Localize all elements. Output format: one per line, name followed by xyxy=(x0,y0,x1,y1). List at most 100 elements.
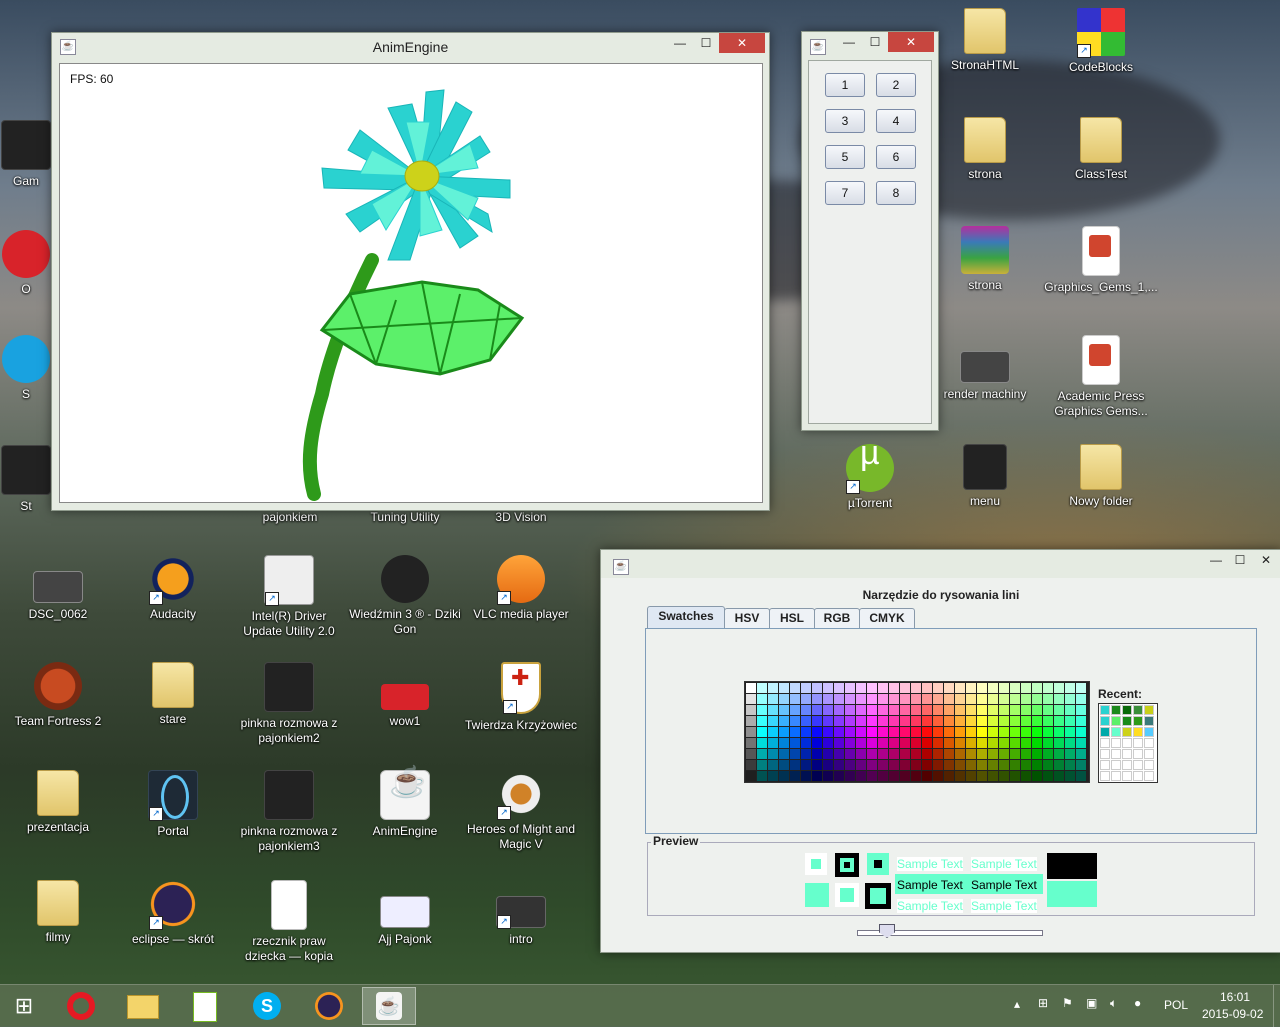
color-swatch[interactable] xyxy=(834,727,844,737)
recent-swatch[interactable] xyxy=(1133,738,1143,748)
color-swatch[interactable] xyxy=(856,716,866,726)
color-swatch[interactable] xyxy=(867,716,877,726)
color-swatch[interactable] xyxy=(1021,716,1031,726)
desktop-icon-classtest[interactable]: ClassTest xyxy=(1043,117,1159,182)
pad-button-6[interactable]: 6 xyxy=(876,145,916,169)
recent-swatch[interactable] xyxy=(1133,760,1143,770)
recent-swatch[interactable] xyxy=(1144,727,1154,737)
color-swatch[interactable] xyxy=(966,716,976,726)
recent-swatch[interactable] xyxy=(1100,738,1110,748)
color-swatch[interactable] xyxy=(746,749,756,759)
desktop-icon-graphics-gems[interactable]: Graphics_Gems_1,... xyxy=(1043,226,1159,295)
color-swatch[interactable] xyxy=(966,749,976,759)
color-swatch[interactable] xyxy=(1032,760,1042,770)
color-swatch[interactable] xyxy=(779,738,789,748)
desktop-icon-pajonkiem[interactable]: pajonkiem xyxy=(232,510,348,525)
tab-rgb[interactable]: RGB xyxy=(814,608,860,628)
pad-button-8[interactable]: 8 xyxy=(876,181,916,205)
color-swatch[interactable] xyxy=(768,683,778,693)
color-swatch[interactable] xyxy=(1065,771,1075,781)
color-swatch[interactable] xyxy=(1065,749,1075,759)
recent-swatch[interactable] xyxy=(1122,749,1132,759)
color-swatch[interactable] xyxy=(812,727,822,737)
color-swatch[interactable] xyxy=(900,683,910,693)
tray-flag-icon[interactable]: ⚑ xyxy=(1062,996,1073,1010)
recent-swatch[interactable] xyxy=(1100,760,1110,770)
notepad-plus-icon[interactable] xyxy=(178,987,232,1025)
color-swatch[interactable] xyxy=(900,738,910,748)
color-swatch[interactable] xyxy=(768,771,778,781)
color-swatch[interactable] xyxy=(801,683,811,693)
color-swatch[interactable] xyxy=(911,749,921,759)
color-swatch[interactable] xyxy=(922,694,932,704)
color-swatch[interactable] xyxy=(911,705,921,715)
color-swatch[interactable] xyxy=(988,727,998,737)
color-swatch[interactable] xyxy=(823,749,833,759)
pad-button-5[interactable]: 5 xyxy=(825,145,865,169)
color-swatch[interactable] xyxy=(1010,760,1020,770)
color-swatch[interactable] xyxy=(977,683,987,693)
animation-canvas[interactable]: FPS: 60 xyxy=(59,63,763,503)
color-swatch[interactable] xyxy=(955,760,965,770)
color-swatch[interactable] xyxy=(911,727,921,737)
color-swatch[interactable] xyxy=(966,771,976,781)
color-swatch[interactable] xyxy=(812,760,822,770)
color-swatch[interactable] xyxy=(845,760,855,770)
minimize-button[interactable]: — xyxy=(836,32,862,52)
color-swatch[interactable] xyxy=(955,694,965,704)
recent-swatch[interactable] xyxy=(1144,760,1154,770)
color-swatch[interactable] xyxy=(922,705,932,715)
color-swatch[interactable] xyxy=(834,738,844,748)
desktop-icon-stronahtml[interactable]: StronaHTML xyxy=(927,8,1043,73)
color-swatch[interactable] xyxy=(889,683,899,693)
color-swatch[interactable] xyxy=(757,771,767,781)
tab-hsv[interactable]: HSV xyxy=(724,608,770,628)
color-swatch[interactable] xyxy=(944,716,954,726)
color-swatch[interactable] xyxy=(779,716,789,726)
desktop-icon-eclipse[interactable]: ↗ eclipse — skrót xyxy=(115,880,231,947)
color-swatch[interactable] xyxy=(801,771,811,781)
color-swatch[interactable] xyxy=(977,716,987,726)
color-swatch[interactable] xyxy=(889,694,899,704)
color-swatch[interactable] xyxy=(933,716,943,726)
desktop-icon-prezentacja[interactable]: prezentacja xyxy=(0,770,116,835)
language-indicator[interactable]: POL xyxy=(1164,998,1188,1012)
color-swatch[interactable] xyxy=(1065,738,1075,748)
tray-volume-icon[interactable]: 🔈︎ xyxy=(1110,996,1117,1011)
color-swatch[interactable] xyxy=(768,716,778,726)
color-swatch[interactable] xyxy=(856,749,866,759)
tab-cmyk[interactable]: CMYK xyxy=(859,608,915,628)
color-swatch[interactable] xyxy=(746,705,756,715)
color-swatch[interactable] xyxy=(966,705,976,715)
color-swatch[interactable] xyxy=(823,705,833,715)
color-swatch[interactable] xyxy=(823,683,833,693)
color-swatch[interactable] xyxy=(1032,694,1042,704)
desktop-icon-tf2[interactable]: Team Fortress 2 xyxy=(0,662,116,729)
color-swatch[interactable] xyxy=(779,705,789,715)
tab-hsl[interactable]: HSL xyxy=(769,608,815,628)
color-swatch[interactable] xyxy=(768,705,778,715)
color-swatch[interactable] xyxy=(845,683,855,693)
tray-windows-icon[interactable]: ⊞ xyxy=(1038,996,1048,1010)
color-swatch[interactable] xyxy=(955,683,965,693)
color-swatch[interactable] xyxy=(801,760,811,770)
color-swatch[interactable] xyxy=(1076,683,1086,693)
color-swatch[interactable] xyxy=(922,771,932,781)
clock-time[interactable]: 16:01 xyxy=(1220,990,1250,1004)
recent-swatch[interactable] xyxy=(1111,760,1121,770)
opera-icon[interactable] xyxy=(54,987,108,1025)
tray-app-icon[interactable]: ● xyxy=(1134,996,1141,1010)
color-swatch[interactable] xyxy=(911,694,921,704)
color-swatch[interactable] xyxy=(1010,771,1020,781)
java-icon[interactable]: ☕ xyxy=(362,987,416,1025)
color-swatch[interactable] xyxy=(746,716,756,726)
color-swatch[interactable] xyxy=(1032,683,1042,693)
desktop-icon-intel-driver[interactable]: ↗ Intel(R) Driver Update Utility 2.0 xyxy=(231,555,347,639)
color-swatch[interactable] xyxy=(955,738,965,748)
color-swatch[interactable] xyxy=(812,738,822,748)
recent-swatch[interactable] xyxy=(1122,738,1132,748)
color-swatch[interactable] xyxy=(823,760,833,770)
desktop-icon-stare[interactable]: stare xyxy=(115,662,231,727)
color-swatch[interactable] xyxy=(1054,683,1064,693)
color-swatch[interactable] xyxy=(823,738,833,748)
